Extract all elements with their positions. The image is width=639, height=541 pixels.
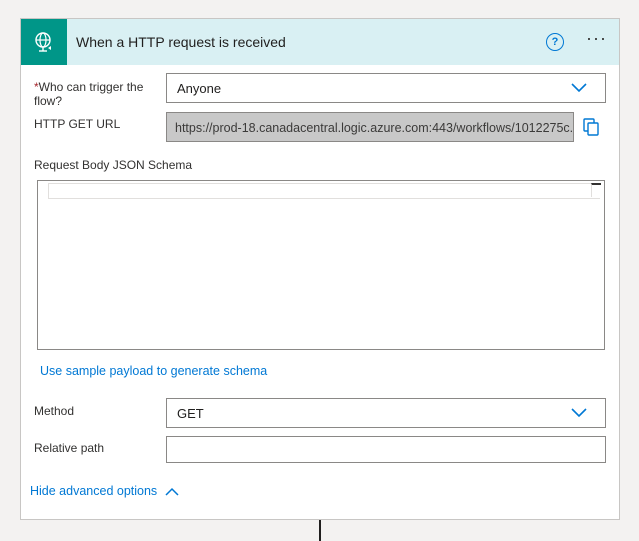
method-label: Method: [34, 404, 75, 418]
hide-advanced-options-label: Hide advanced options: [30, 484, 158, 498]
method-select[interactable]: GET: [166, 398, 606, 428]
schema-editor-line: [48, 183, 600, 199]
use-sample-payload-link[interactable]: Use sample payload to generate schema: [40, 364, 267, 378]
http-get-url-field[interactable]: https://prod-18.canadacentral.logic.azur…: [166, 112, 574, 142]
help-icon[interactable]: ?: [546, 33, 564, 51]
http-request-trigger-icon: [21, 19, 67, 65]
who-can-trigger-label-text: Who can trigger the flow?: [34, 80, 144, 108]
chevron-up-icon: [165, 487, 179, 496]
card-title: When a HTTP request is received: [76, 34, 286, 50]
flow-connector-line: [319, 520, 321, 541]
request-body-schema-label: Request Body JSON Schema: [34, 158, 193, 172]
relative-path-label: Relative path: [34, 441, 105, 455]
card-header[interactable]: When a HTTP request is received ? ···: [21, 19, 619, 65]
chevron-down-icon: [571, 408, 587, 418]
hide-advanced-options-toggle[interactable]: Hide advanced options: [30, 484, 179, 498]
request-body-schema-editor[interactable]: [37, 180, 605, 350]
chevron-down-icon: [571, 83, 587, 93]
copy-icon[interactable]: [583, 118, 599, 136]
more-options-icon[interactable]: ···: [586, 29, 612, 51]
who-can-trigger-value: Anyone: [177, 81, 222, 96]
relative-path-input[interactable]: [166, 436, 606, 463]
http-get-url-label: HTTP GET URL: [34, 117, 121, 131]
method-value: GET: [177, 406, 204, 421]
schema-editor-scrollbar[interactable]: [591, 183, 601, 197]
trigger-card: When a HTTP request is received ? ··· *W…: [20, 18, 620, 520]
who-can-trigger-label: *Who can trigger the flow?: [34, 80, 159, 108]
who-can-trigger-select[interactable]: Anyone: [166, 73, 606, 103]
